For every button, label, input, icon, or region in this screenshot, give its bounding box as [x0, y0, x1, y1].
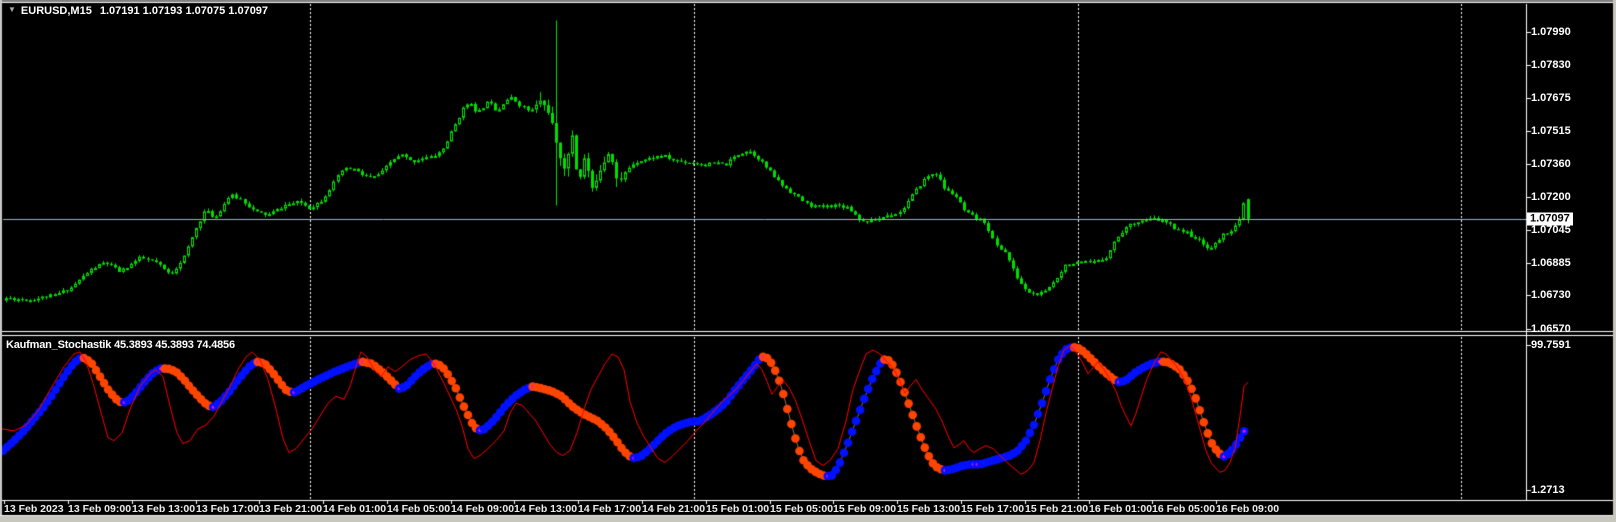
- symbol-timeframe-label: EURUSD,M15: [20, 5, 92, 17]
- time-label: 15 Feb 01:00: [706, 503, 770, 515]
- time-label: 15 Feb 05:00: [770, 503, 834, 515]
- time-label: 13 Feb 21:00: [259, 503, 323, 515]
- current-price-tag: 1.07097: [1527, 212, 1573, 226]
- time-label: 16 Feb 01:00: [1089, 503, 1153, 515]
- price-tick-label: 1.07830: [1531, 59, 1571, 71]
- time-label: 13 Feb 09:00: [68, 503, 132, 515]
- time-label: 15 Feb 13:00: [897, 503, 961, 515]
- ohlc-values: 1.07191 1.07193 1.07075 1.07097: [99, 5, 269, 17]
- ohlc-header: ▼ EURUSD,M15 1.07191 1.07193 1.07075 1.070…: [8, 5, 268, 17]
- symbol-marker-icon: ▼: [8, 5, 16, 14]
- time-label: 14 Feb 21:00: [642, 503, 706, 515]
- time-label: 14 Feb 17:00: [578, 503, 642, 515]
- price-tick-label: 1.07990: [1531, 26, 1571, 38]
- time-label: 16 Feb 05:00: [1152, 503, 1216, 515]
- indicator-values: 45.3893 45.3893 74.4856: [114, 339, 235, 351]
- price-tick-label: 1.07045: [1531, 224, 1571, 236]
- time-label: 15 Feb 17:00: [961, 503, 1025, 515]
- chart-window: ▼ EURUSD,M15 1.07191 1.07193 1.07075 1.070…: [0, 0, 1616, 522]
- time-label: 13 Feb 13:00: [132, 503, 196, 515]
- price-tick-label: 1.07515: [1531, 125, 1571, 137]
- indicator-label: Kaufman_Stochastik 45.3893 45.3893 74.48…: [6, 339, 235, 351]
- price-tick-label: 1.06730: [1531, 289, 1571, 301]
- indicator-name: Kaufman_Stochastik: [6, 339, 112, 351]
- price-tick-label: 1.06885: [1531, 257, 1571, 269]
- time-label: 14 Feb 09:00: [451, 503, 515, 515]
- time-label: 15 Feb 09:00: [833, 503, 897, 515]
- indicator-tick-label: 99.7591: [1531, 339, 1571, 351]
- price-chart-canvas[interactable]: [0, 0, 1616, 522]
- price-tick-label: 1.07200: [1531, 191, 1571, 203]
- indicator-tick-label: 1.2713: [1531, 484, 1565, 496]
- time-label: 14 Feb 13:00: [514, 503, 578, 515]
- time-label: 14 Feb 01:00: [323, 503, 387, 515]
- price-tick-label: 1.07360: [1531, 158, 1571, 170]
- time-label: 13 Feb 17:00: [196, 503, 260, 515]
- panel-divider[interactable]: [0, 330, 1613, 337]
- time-label: 13 Feb 2023: [4, 503, 64, 515]
- time-axis[interactable]: 13 Feb 2023 13 Feb 09:00 13 Feb 13:00 13 Fe…: [0, 503, 1610, 517]
- time-label: 14 Feb 05:00: [387, 503, 451, 515]
- time-label: 16 Feb 09:00: [1216, 503, 1280, 515]
- price-tick-label: 1.07675: [1531, 92, 1571, 104]
- time-label: 15 Feb 21:00: [1025, 503, 1089, 515]
